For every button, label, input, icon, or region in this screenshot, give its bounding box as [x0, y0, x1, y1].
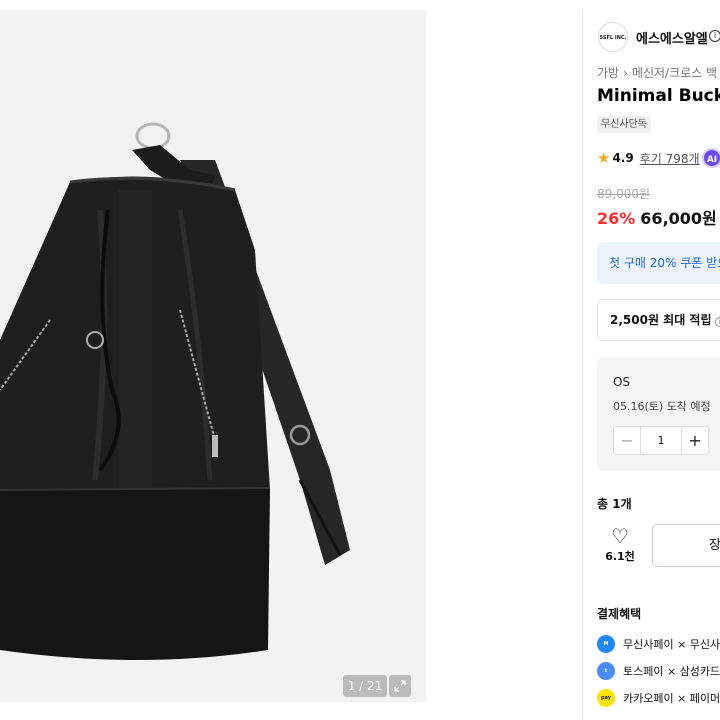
delivery-estimate: 05.16(토) 도착 예정	[613, 400, 711, 413]
product-info-panel: SSFL INC. 에스에스알엘 i 가방 › 메신저/크로스 백 Minimal …	[583, 0, 720, 720]
info-icon[interactable]: i	[709, 30, 720, 42]
kakao-pay-logo-icon: pay	[597, 689, 615, 707]
breadcrumb: 가방 › 메신저/크로스 백	[597, 64, 717, 81]
benefit-text: 카카오페이 × 페이머	[623, 692, 720, 705]
brand-logo[interactable]: SSFL INC.	[598, 22, 628, 52]
points-box[interactable]: 2,500원 최대 적립 i	[597, 299, 720, 341]
payment-benefits-title: 결제혜택	[597, 607, 642, 621]
product-image-gallery[interactable]: 1 / 21	[0, 10, 426, 702]
sale-price: 66,000원	[640, 209, 717, 228]
benefit-item[interactable]: M 무신사페이 × 무신사	[597, 635, 720, 653]
benefit-item[interactable]: t 토스페이 × 삼성카드	[597, 662, 720, 680]
benefit-item[interactable]: pay 카카오페이 × 페이머	[597, 689, 720, 707]
increase-button[interactable]: +	[681, 427, 708, 454]
rating-row: ★ 4.9 후기 798개	[597, 149, 700, 167]
musinsa-pay-logo-icon: M	[597, 635, 615, 653]
decrease-button[interactable]: −	[614, 427, 641, 454]
rating-score: 4.9	[612, 151, 634, 165]
product-title: Minimal Bucket	[597, 86, 720, 106]
chevron-right-icon: ›	[623, 66, 628, 80]
discount-rate: 26%	[597, 209, 636, 228]
option-box: OS 05.16(토) 도착 예정 − 1 +	[597, 357, 720, 471]
ai-badge[interactable]: AI	[702, 148, 720, 168]
points-text: 2,500원 최대 적립	[610, 313, 712, 327]
quantity-stepper: − 1 +	[613, 426, 709, 455]
exclusive-tag: 무신사단독	[597, 116, 651, 133]
image-pager: 1 / 21	[343, 675, 387, 697]
price-row: 26% 66,000원	[597, 205, 717, 229]
total-count: 총 1개	[597, 497, 632, 511]
like-count: 6.1천	[605, 550, 635, 563]
reviews-link[interactable]: 후기 798개	[640, 150, 700, 167]
brand-name[interactable]: 에스에스알엘	[636, 28, 708, 47]
benefit-text: 토스페이 × 삼성카드	[623, 665, 720, 678]
bucket-bag-image	[0, 122, 350, 660]
heart-icon: ♡	[611, 524, 629, 548]
star-icon: ★	[597, 149, 611, 167]
option-name: OS	[613, 375, 631, 389]
expand-arrows-icon	[394, 680, 406, 692]
benefit-text: 무신사페이 × 무신사	[623, 638, 720, 651]
original-price: 89,000원	[597, 187, 651, 201]
breadcrumb-item[interactable]: 가방	[597, 66, 619, 80]
add-to-cart-button[interactable]: 장	[652, 524, 720, 567]
expand-icon[interactable]	[389, 675, 411, 697]
breadcrumb-item[interactable]: 메신저/크로스 백	[632, 66, 717, 80]
like-button[interactable]: ♡ 6.1천	[605, 526, 635, 564]
info-icon[interactable]: i	[714, 317, 720, 327]
toss-pay-logo-icon: t	[597, 662, 615, 680]
first-purchase-coupon-banner[interactable]: 첫 구매 20% 쿠폰 받으	[597, 242, 720, 284]
quantity-value[interactable]: 1	[641, 427, 681, 454]
